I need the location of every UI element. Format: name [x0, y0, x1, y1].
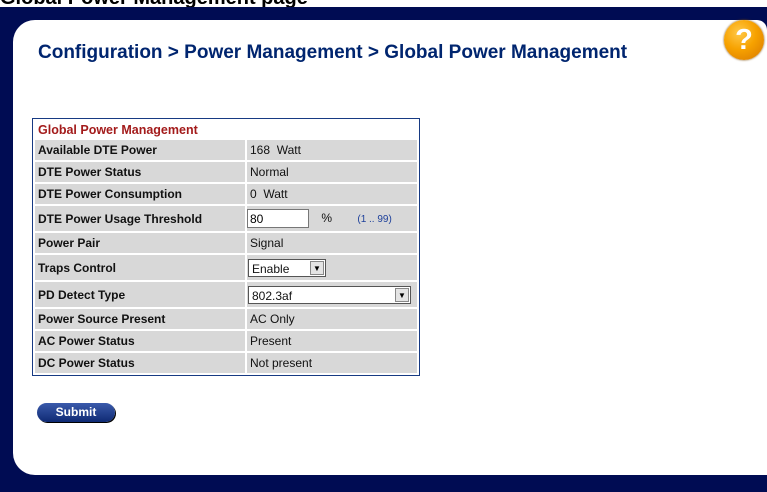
- pd-detect-type-select[interactable]: 802.3af ▼: [248, 285, 411, 304]
- pd-detect-type-selected: 802.3af: [252, 288, 293, 303]
- traps-control-selected: Enable: [252, 261, 290, 276]
- ac-power-status-value: Present: [247, 331, 417, 351]
- row-pd-detect-type: PD Detect Type 802.3af ▼: [35, 282, 417, 307]
- global-power-management-form: Global Power Management Available DTE Po…: [32, 118, 420, 376]
- row-power-source-present: Power Source Present AC Only: [35, 309, 417, 329]
- dte-power-consumption-label: DTE Power Consumption: [35, 184, 245, 204]
- ac-power-status-label: AC Power Status: [35, 331, 245, 351]
- usage-threshold-unit: %: [321, 210, 333, 225]
- form-title: Global Power Management: [35, 121, 417, 138]
- pd-detect-type-label: PD Detect Type: [35, 282, 245, 307]
- row-available-dte-power: Available DTE Power 168 Watt: [35, 140, 417, 160]
- row-dte-power-usage-threshold: DTE Power Usage Threshold % (1 .. 99): [35, 206, 417, 231]
- row-traps-control: Traps Control Enable ▼: [35, 255, 417, 280]
- traps-control-cell: Enable ▼: [247, 255, 417, 280]
- row-dte-power-consumption: DTE Power Consumption 0 Watt: [35, 184, 417, 204]
- power-pair-value: Signal: [247, 233, 417, 253]
- dc-power-status-label: DC Power Status: [35, 353, 245, 373]
- usage-threshold-range: (1 .. 99): [357, 213, 392, 225]
- dte-power-consumption-value: 0 Watt: [247, 184, 417, 204]
- available-dte-power-label: Available DTE Power: [35, 140, 245, 160]
- row-ac-power-status: AC Power Status Present: [35, 331, 417, 351]
- dte-power-usage-threshold-label: DTE Power Usage Threshold: [35, 206, 245, 231]
- help-icon[interactable]: ?: [724, 20, 764, 60]
- dc-power-status-value: Not present: [247, 353, 417, 373]
- traps-control-label: Traps Control: [35, 255, 245, 280]
- dte-power-usage-threshold-cell: % (1 .. 99): [247, 206, 417, 231]
- chevron-down-icon[interactable]: ▼: [395, 287, 409, 302]
- row-dte-power-status: DTE Power Status Normal: [35, 162, 417, 182]
- traps-control-select[interactable]: Enable ▼: [248, 258, 326, 277]
- dte-power-status-label: DTE Power Status: [35, 162, 245, 182]
- row-dc-power-status: DC Power Status Not present: [35, 353, 417, 373]
- submit-button[interactable]: Submit: [37, 403, 115, 422]
- power-pair-label: Power Pair: [35, 233, 245, 253]
- breadcrumb: Configuration > Power Management > Globa…: [38, 42, 628, 63]
- chevron-down-icon[interactable]: ▼: [310, 260, 324, 275]
- power-source-present-value: AC Only: [247, 309, 417, 329]
- power-source-present-label: Power Source Present: [35, 309, 245, 329]
- pd-detect-type-cell: 802.3af ▼: [247, 282, 417, 307]
- row-power-pair: Power Pair Signal: [35, 233, 417, 253]
- available-dte-power-value: 168 Watt: [247, 140, 417, 160]
- dte-power-status-value: Normal: [247, 162, 417, 182]
- usage-threshold-input[interactable]: [247, 209, 309, 228]
